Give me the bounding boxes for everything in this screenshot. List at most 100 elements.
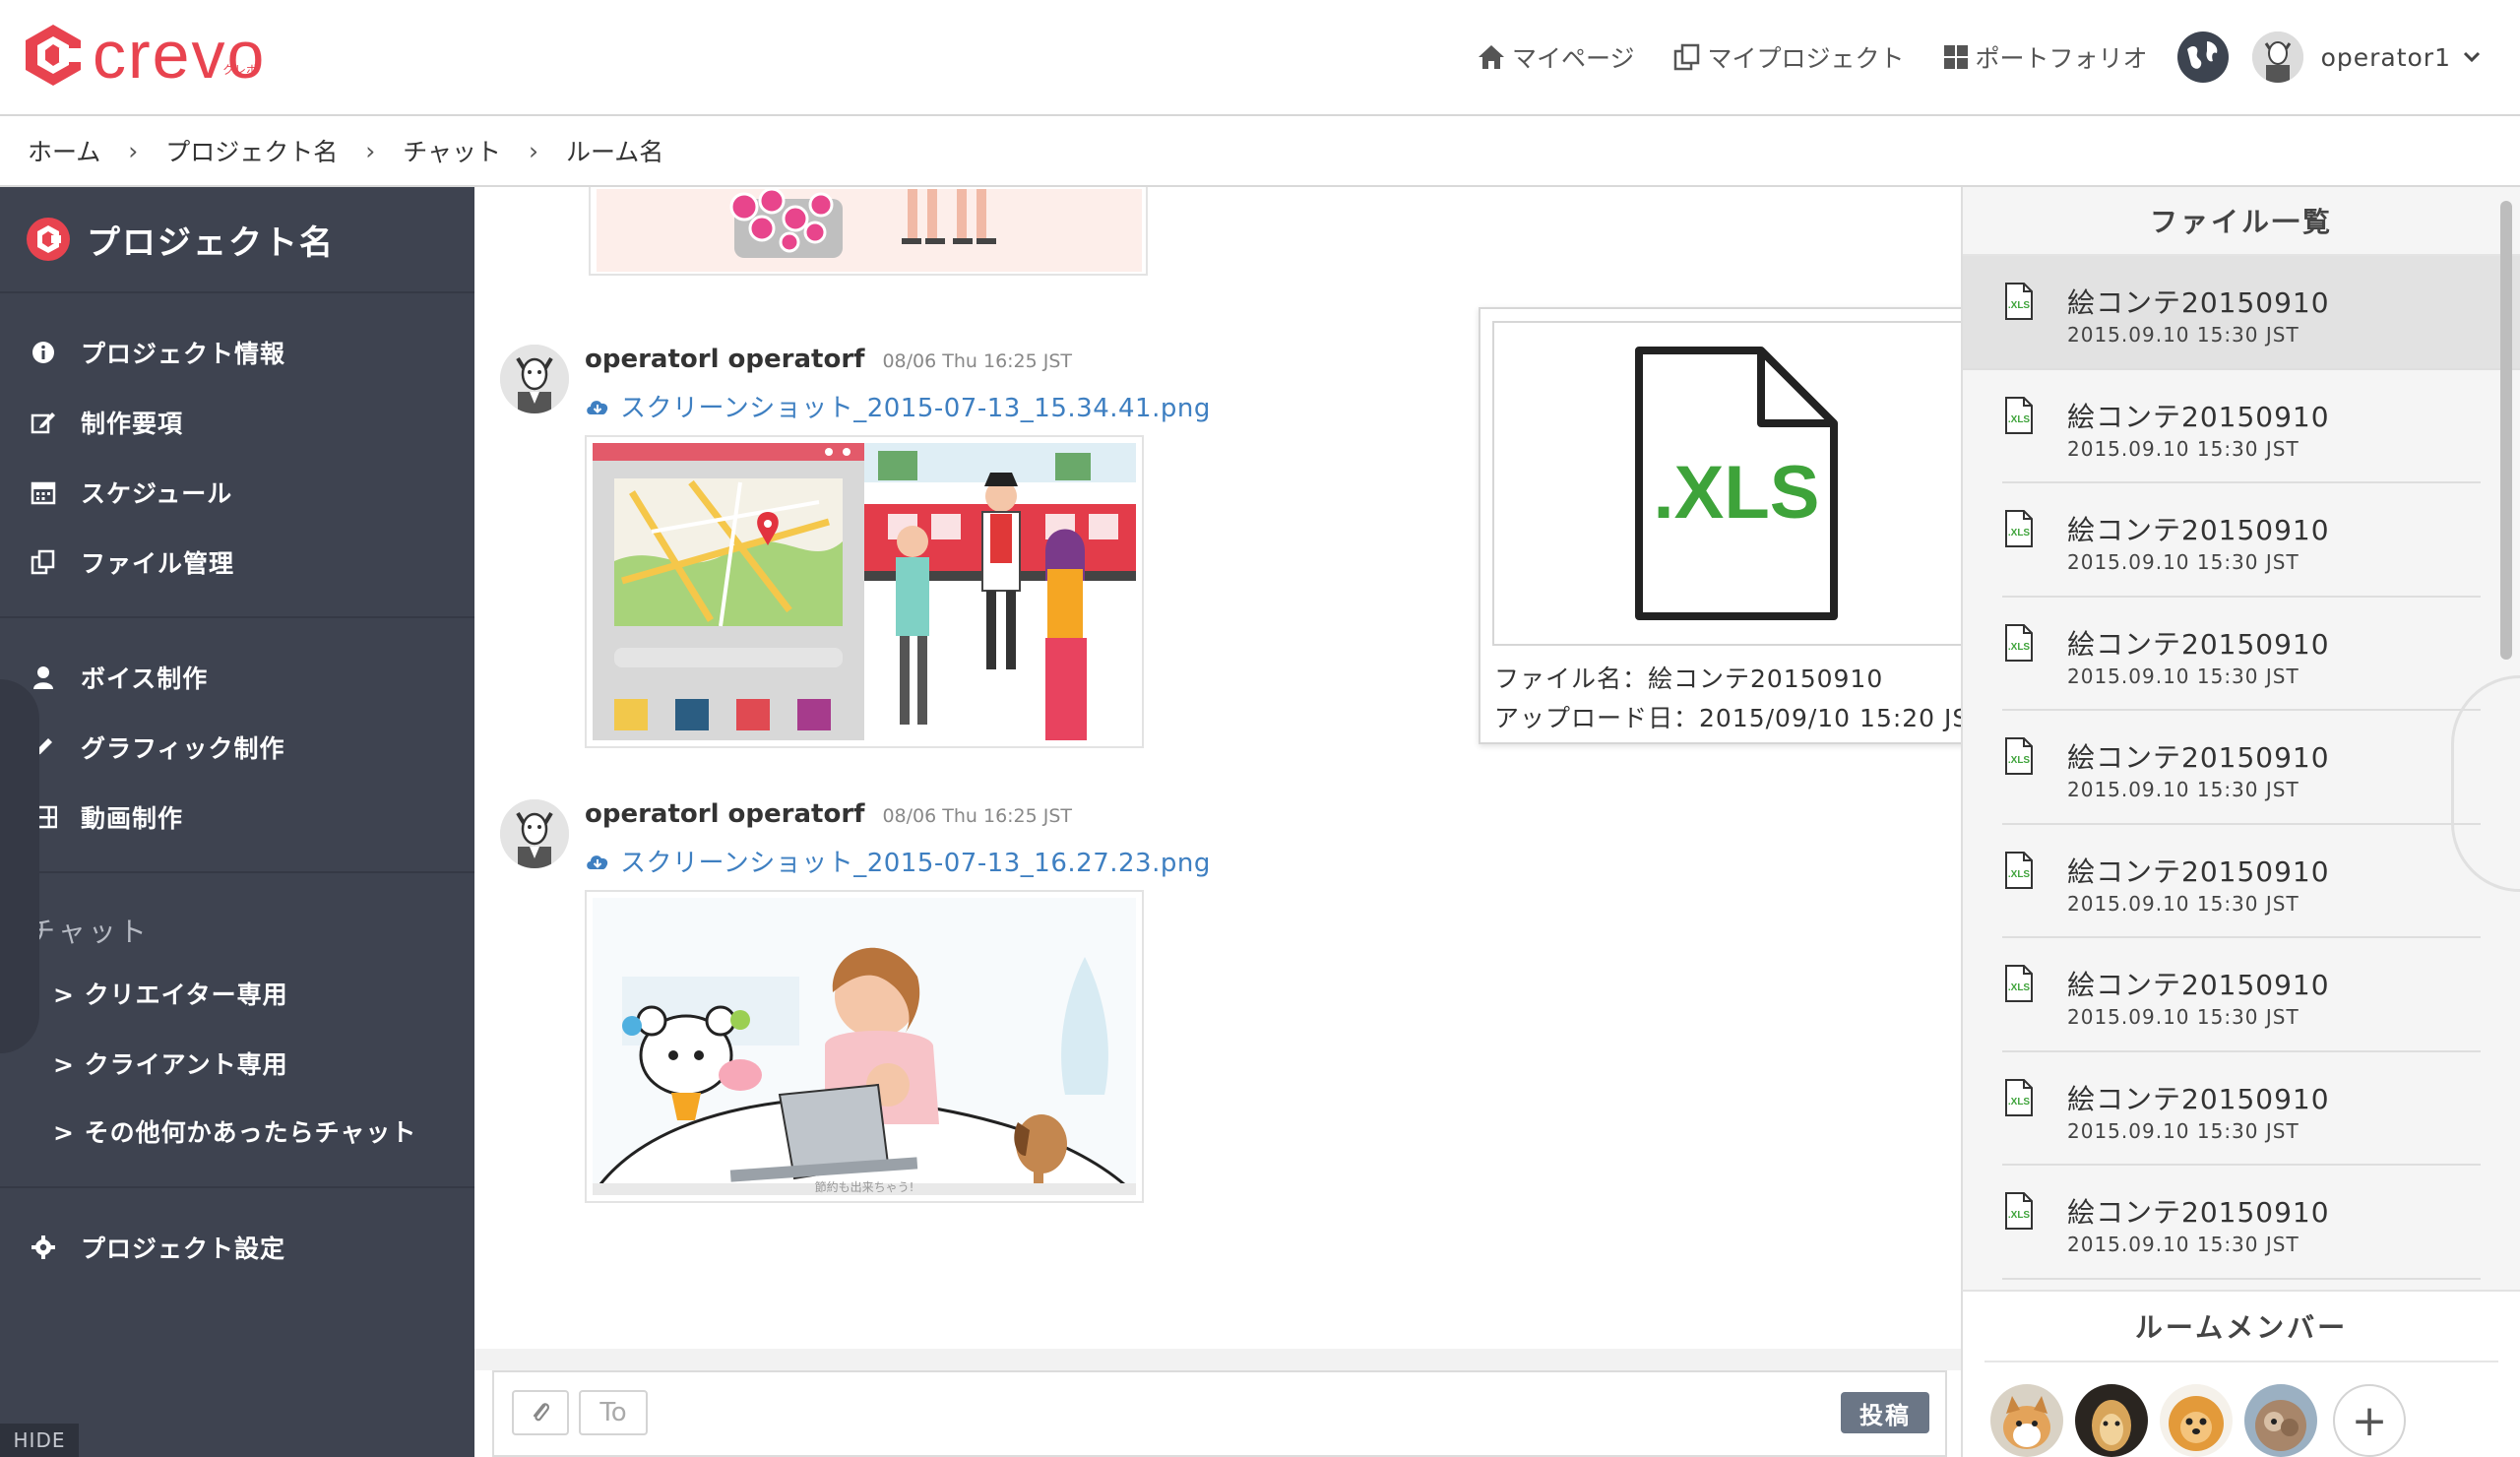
sidebar-item-graphic[interactable]: グラフィック制作 xyxy=(0,712,474,782)
xls-file-icon-label: .XLS xyxy=(2008,528,2031,538)
message-timestamp: 08/06 Thu 16:25 JST xyxy=(882,350,1073,372)
composer-divider xyxy=(474,1349,1961,1370)
sender-avatar[interactable] xyxy=(500,345,569,413)
sidebar-item-schedule[interactable]: スケジュール xyxy=(0,457,474,527)
file-list-item[interactable]: .XLS 絵コンテ20150910 2015.09.10 15:30 JST xyxy=(2002,711,2481,825)
attachment-link[interactable]: スクリーンショット_2015-07-13_16.27.23.png xyxy=(585,843,1211,879)
sender-avatar[interactable] xyxy=(500,799,569,868)
attachment-filename: スクリーンショット_2015-07-13_15.34.41.png xyxy=(620,394,1211,423)
logo-subtext: クレボ xyxy=(222,63,259,77)
copy-icon xyxy=(30,548,57,576)
crevo-logo[interactable]: crevo xyxy=(24,22,266,89)
sidebar-project-header[interactable]: プロジェクト名 xyxy=(0,187,474,293)
breadcrumb-home[interactable]: ホーム xyxy=(28,133,100,168)
user-icon xyxy=(30,664,57,691)
nav-mypage[interactable]: マイページ xyxy=(1477,39,1635,75)
sidebar-item-file-management[interactable]: ファイル管理 xyxy=(0,527,474,597)
sidebar-chat-room-other[interactable]: > その他何かあったらチャット xyxy=(0,1100,474,1167)
sidebar-chat-room-creator[interactable]: > クリエイター専用 xyxy=(0,960,474,1030)
hearts-illustration xyxy=(597,187,1142,272)
room-members-panel: ルームメンバー + xyxy=(1961,1290,2520,1457)
file-list-item[interactable]: .XLS 絵コンテ20150910 2015.09.10 15:30 JST xyxy=(2002,598,2481,711)
logo-mark-icon xyxy=(26,25,83,86)
file-name: 絵コンテ20150910 xyxy=(2067,400,2330,433)
member-avatar[interactable] xyxy=(2244,1384,2317,1457)
sidebar-item-label: グラフィック制作 xyxy=(81,733,285,763)
file-list-item[interactable]: .XLS 絵コンテ20150910 2015.09.10 15:30 JST xyxy=(2002,825,2481,938)
xls-file-icon-label: .XLS xyxy=(2008,300,2031,311)
file-date: 2015.09.10 15:30 JST xyxy=(2067,891,2300,916)
sidebar-scroll-handle[interactable] xyxy=(0,679,39,1053)
to-mention-button[interactable]: To xyxy=(579,1390,648,1435)
file-date: 2015.09.10 15:30 JST xyxy=(2067,1233,2300,1256)
previous-image-attachment[interactable] xyxy=(589,187,1148,276)
file-date: 2015.09.10 15:30 JST xyxy=(2067,1118,2300,1143)
sidebar-item-voice[interactable]: ボイス制作 xyxy=(0,642,474,712)
sidebar-group-production: ボイス制作 グラフィック制作 動画制作 xyxy=(0,618,474,873)
file-list-item[interactable]: .XLS 絵コンテ20150910 2015.09.10 15:30 JST xyxy=(2002,370,2481,483)
gear-icon xyxy=(30,1234,57,1261)
xls-file-icon: .XLS xyxy=(2005,510,2033,547)
file-list-item[interactable]: .XLS 絵コンテ20150910 2015.09.10 15:30 JST xyxy=(2002,1166,2481,1280)
family-illustration xyxy=(593,898,1136,1195)
preview-file-name: ファイル名：絵コンテ20150910 xyxy=(1494,665,1884,693)
file-date: 2015.09.10 15:30 JST xyxy=(2067,1005,2300,1029)
file-name: 絵コンテ20150910 xyxy=(2067,969,2330,1001)
breadcrumb-chat[interactable]: チャット xyxy=(403,133,501,168)
xls-file-icon-label: .XLS xyxy=(2008,1097,2031,1108)
sender-name: operatorl operatorf 08/06 Thu 16:25 JST xyxy=(585,345,1072,374)
globe-icon[interactable] xyxy=(2176,32,2229,83)
sidebar-item-label: 制作要項 xyxy=(81,409,184,438)
sidebar-item-project-settings[interactable]: プロジェクト設定 xyxy=(0,1212,474,1282)
file-list-item[interactable]: .XLS 絵コンテ20150910 2015.09.10 15:30 JST xyxy=(2002,938,2481,1052)
user-name[interactable]: operator1 xyxy=(2321,43,2451,72)
projects-icon xyxy=(1673,43,1699,71)
sidebar-project-title: プロジェクト名 xyxy=(87,222,335,263)
file-preview-box[interactable]: .XLS xyxy=(1492,321,1961,646)
sidebar-item-video[interactable]: 動画制作 xyxy=(0,782,474,852)
message-composer[interactable]: To 投稿 xyxy=(492,1370,1947,1457)
sidebar-item-label: ファイル管理 xyxy=(81,548,235,578)
file-list-item[interactable]: .XLS 絵コンテ20150910 2015.09.10 15:30 JST xyxy=(1963,256,2520,370)
file-list-item[interactable]: .XLS 絵コンテ20150910 2015.09.10 15:30 JST xyxy=(2002,483,2481,598)
sidebar-item-requirements[interactable]: 制作要項 xyxy=(0,387,474,457)
chevron-down-icon[interactable] xyxy=(2463,51,2481,63)
calendar-icon xyxy=(30,478,57,506)
room-members-title: ルームメンバー xyxy=(1984,1292,2498,1362)
sidebar-group-chat: チャット > クリエイター専用 > クライアント専用 > その他何かあったらチャ… xyxy=(0,873,474,1188)
sidebar-chat-room-client[interactable]: > クライアント専用 xyxy=(0,1030,474,1100)
sidebar-chat-heading: チャット xyxy=(28,916,150,948)
breadcrumb-project[interactable]: プロジェクト名 xyxy=(165,133,338,168)
file-name: 絵コンテ20150910 xyxy=(2067,286,2330,319)
xls-file-icon: .XLS xyxy=(2005,737,2033,775)
file-list-item[interactable]: .XLS 絵コンテ20150910 2015.09.10 15:30 JST xyxy=(2002,1052,2481,1166)
member-avatar[interactable] xyxy=(2075,1384,2148,1457)
post-button[interactable]: 投稿 xyxy=(1841,1392,1929,1433)
xls-file-icon-label: .XLS xyxy=(2008,755,2031,766)
attachment-link[interactable]: スクリーンショット_2015-07-13_15.34.41.png xyxy=(585,388,1211,424)
member-avatar[interactable] xyxy=(2160,1384,2233,1457)
file-date: 2015.09.10 15:30 JST xyxy=(2067,323,2300,347)
file-name: 絵コンテ20150910 xyxy=(2067,627,2330,661)
message-timestamp: 08/06 Thu 16:25 JST xyxy=(882,805,1073,827)
project-logo-icon xyxy=(27,218,70,261)
panel-scroll-handle[interactable] xyxy=(2451,675,2520,892)
image-attachment[interactable] xyxy=(585,435,1144,748)
sidebar: プロジェクト名 プロジェクト情報 制作要項 スケジュール ファイル管理 ボイス制… xyxy=(0,187,474,1457)
add-member-button[interactable]: + xyxy=(2333,1384,2406,1457)
xls-file-icon-label: .XLS xyxy=(2008,642,2031,653)
sidebar-item-project-info[interactable]: プロジェクト情報 xyxy=(0,317,474,387)
top-nav: マイページ マイプロジェクト ポートフォリオ operator1 xyxy=(1439,30,2481,85)
member-avatars: + xyxy=(1990,1384,2406,1457)
sidebar-item-label: 動画制作 xyxy=(81,803,184,833)
hide-sidebar-button[interactable]: HIDE xyxy=(0,1424,79,1457)
image-attachment[interactable]: 節約も出来ちゃう! xyxy=(585,890,1144,1203)
user-avatar[interactable] xyxy=(2251,32,2303,83)
file-list-scrollbar[interactable] xyxy=(2500,201,2512,660)
nav-myproject[interactable]: マイプロジェクト xyxy=(1672,39,1905,75)
member-avatar[interactable] xyxy=(1990,1384,2063,1457)
image-caption: 節約も出来ちゃう! xyxy=(814,1180,914,1194)
xls-file-icon: .XLS xyxy=(2005,965,2033,1002)
nav-portfolio[interactable]: ポートフォリオ xyxy=(1942,39,2148,75)
attach-button[interactable] xyxy=(512,1390,569,1435)
